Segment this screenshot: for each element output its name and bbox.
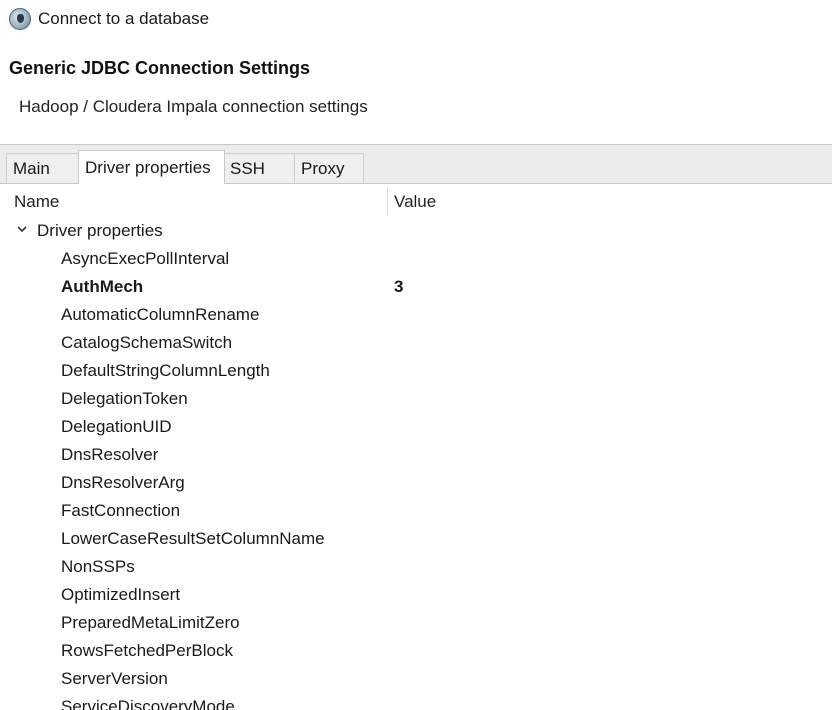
page-subtitle: Hadoop / Cloudera Impala connection sett… <box>19 97 368 116</box>
property-name: FastConnection <box>61 501 181 520</box>
tab-label: SSH <box>230 158 265 178</box>
property-name: DnsResolverArg <box>61 473 185 492</box>
page-title: Generic JDBC Connection Settings <box>9 58 311 78</box>
table-row[interactable]: AutomaticColumnRename <box>0 301 832 329</box>
table-row[interactable]: FastConnection <box>0 497 832 525</box>
property-name: AutomaticColumnRename <box>61 305 260 324</box>
table-row[interactable]: DelegationToken <box>0 385 832 413</box>
tab-bar: Main Driver properties SSH Proxy <box>0 145 832 184</box>
tab-label: Proxy <box>301 158 345 178</box>
property-name: DelegationUID <box>61 417 172 436</box>
chevron-down-icon[interactable] <box>16 223 28 235</box>
table-row[interactable]: RowsFetchedPerBlock <box>0 637 832 665</box>
tab-label: Driver properties <box>85 157 211 177</box>
table-row[interactable]: PreparedMetaLimitZero <box>0 609 832 637</box>
property-name: CatalogSchemaSwitch <box>61 333 233 352</box>
database-connection-icon <box>9 8 31 30</box>
tab-main[interactable]: Main <box>6 153 79 183</box>
tab-ssh[interactable]: SSH <box>223 153 295 183</box>
property-name: ServerVersion <box>61 669 168 688</box>
table-row[interactable]: AuthMech 3 <box>0 273 832 301</box>
tab-driver-properties[interactable]: Driver properties <box>78 150 225 184</box>
table-row[interactable]: DnsResolverArg <box>0 469 832 497</box>
table-row[interactable]: CatalogSchemaSwitch <box>0 329 832 357</box>
table-row[interactable]: ServerVersion <box>0 665 832 693</box>
properties-table: Name Value Driver properties AsyncExecPo… <box>0 184 832 710</box>
property-name: LowerCaseResultSetColumnName <box>61 529 325 548</box>
property-name: DelegationToken <box>61 389 188 408</box>
property-name: DefaultStringColumnLength <box>61 361 270 380</box>
property-name: RowsFetchedPerBlock <box>61 641 233 660</box>
window-title: Connect to a database <box>38 9 210 28</box>
tree-group-label: Driver properties <box>37 221 163 240</box>
tree-group-driver-properties[interactable]: Driver properties <box>0 217 832 245</box>
table-row[interactable]: OptimizedInsert <box>0 581 832 609</box>
table-row[interactable]: AsyncExecPollInterval <box>0 245 832 273</box>
tab-label: Main <box>13 158 50 178</box>
column-header-value[interactable]: Value <box>394 184 436 219</box>
property-name: NonSSPs <box>61 557 135 576</box>
property-value[interactable]: 3 <box>394 277 403 297</box>
column-header-name[interactable]: Name <box>14 184 59 219</box>
property-name: AsyncExecPollInterval <box>61 249 230 268</box>
property-name: DnsResolver <box>61 445 159 464</box>
table-row[interactable]: DnsResolver <box>0 441 832 469</box>
property-name: OptimizedInsert <box>61 585 181 604</box>
table-row[interactable]: ServiceDiscoveryMode <box>0 693 832 710</box>
table-row[interactable]: DelegationUID <box>0 413 832 441</box>
table-row[interactable]: NonSSPs <box>0 553 832 581</box>
column-divider[interactable] <box>387 187 388 216</box>
window-title-bar: Connect to a database <box>9 6 209 32</box>
property-name: ServiceDiscoveryMode <box>61 697 235 710</box>
table-row[interactable]: LowerCaseResultSetColumnName <box>0 525 832 553</box>
tab-proxy[interactable]: Proxy <box>294 153 364 183</box>
property-name: AuthMech <box>61 277 144 296</box>
property-name: PreparedMetaLimitZero <box>61 613 240 632</box>
table-row[interactable]: DefaultStringColumnLength <box>0 357 832 385</box>
